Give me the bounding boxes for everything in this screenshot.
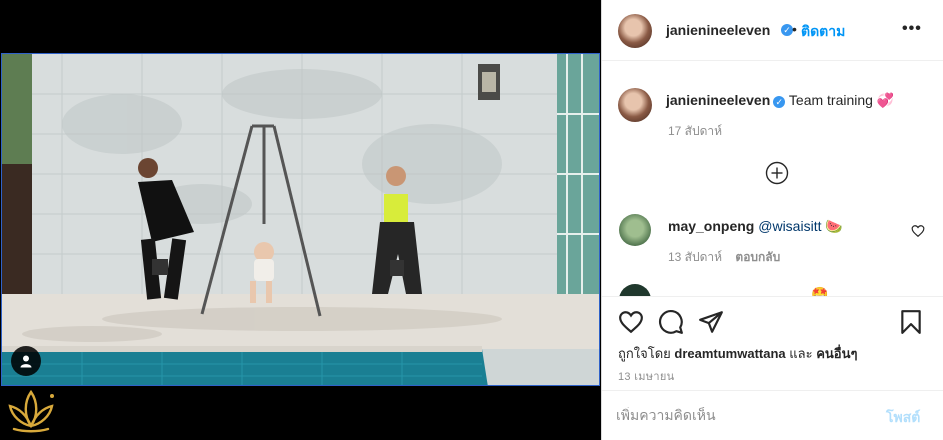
- commenter-avatar[interactable]: [619, 214, 651, 246]
- save-icon[interactable]: [898, 309, 924, 335]
- tagged-users-button[interactable]: [11, 346, 41, 376]
- author-username[interactable]: janienineeleven: [666, 22, 770, 38]
- person-icon: [20, 355, 32, 368]
- comment-line: __________ ___ ____ 🤩: [667, 286, 829, 296]
- post-actions: ถูกใจโดย dreamtumwattana และ คนอื่นๆ 13 …: [602, 296, 943, 390]
- commenter-avatar[interactable]: [619, 284, 651, 296]
- add-comment-section: โพสต์: [602, 390, 943, 440]
- comment-emoji: 🍉: [825, 218, 843, 234]
- author-avatar[interactable]: [618, 14, 652, 48]
- liked-by-line: ถูกใจโดย dreamtumwattana และ คนอื่นๆ: [618, 343, 857, 364]
- comment-like-heart-icon[interactable]: [911, 224, 925, 238]
- separator-dot: •: [792, 21, 797, 37]
- comment-meta: 13 สัปดาห์ ตอบกลับ: [668, 248, 780, 267]
- liked-by-and: และ: [789, 346, 813, 361]
- comment-item-partial: __________ ___ ____ 🤩: [619, 284, 919, 296]
- plus-circle-icon[interactable]: [765, 161, 789, 185]
- lotus-logo-icon: [8, 389, 54, 433]
- share-icon[interactable]: [698, 309, 724, 335]
- caption-emoji: 💞: [876, 92, 895, 108]
- caption-avatar[interactable]: [618, 88, 652, 122]
- comment-line: may_onpeng @wisaisitt 🍉: [668, 218, 843, 235]
- post-date[interactable]: 13 เมษายน: [618, 367, 674, 385]
- heart-icon[interactable]: [618, 309, 644, 335]
- video-player[interactable]: [1, 53, 600, 386]
- liked-by-user[interactable]: dreamtumwattana: [674, 346, 785, 361]
- liked-by-prefix: ถูกใจโดย: [618, 346, 671, 361]
- comment-input[interactable]: [616, 407, 866, 423]
- comment-icon[interactable]: [658, 309, 684, 335]
- caption-time[interactable]: 17 สัปดาห์: [668, 122, 722, 141]
- video-frame: [2, 54, 599, 385]
- post-side-panel: janienineeleven ✓ • ติดตาม ••• janienine…: [601, 0, 943, 440]
- caption-username[interactable]: janienineeleven: [666, 92, 770, 108]
- media-area: [0, 0, 601, 440]
- liked-by-others[interactable]: คนอื่นๆ: [816, 346, 857, 361]
- caption-line: janienineeleven ✓ Team training 💞: [666, 92, 894, 109]
- reply-button[interactable]: ตอบกลับ: [735, 250, 780, 264]
- post-header: janienineeleven ✓ • ติดตาม •••: [602, 0, 943, 61]
- caption-text: Team training: [788, 92, 873, 108]
- comment-time[interactable]: 13 สัปดาห์: [668, 250, 722, 264]
- follow-button[interactable]: ติดตาม: [801, 21, 845, 43]
- post-comment-button[interactable]: โพสต์: [886, 407, 920, 429]
- commenter-username[interactable]: may_onpeng: [668, 218, 754, 234]
- more-options-icon[interactable]: •••: [902, 20, 922, 38]
- comment-mention[interactable]: @wisaisitt: [758, 218, 821, 234]
- verified-badge-icon: ✓: [773, 96, 786, 108]
